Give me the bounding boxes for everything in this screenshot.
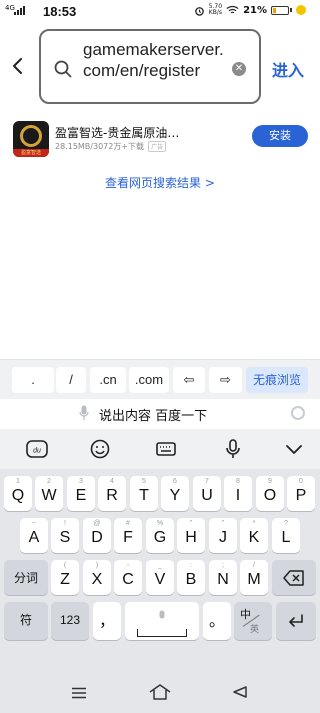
coin-icon bbox=[296, 5, 306, 15]
com-key[interactable]: .com bbox=[129, 367, 169, 393]
app-size-downloads: 28.15MB/3072万+下载 bbox=[55, 142, 145, 151]
key-f[interactable]: # F bbox=[114, 518, 142, 553]
emoji-icon[interactable] bbox=[89, 438, 111, 460]
voice-input-icon[interactable] bbox=[222, 438, 244, 460]
key-m[interactable]: / M bbox=[240, 560, 268, 595]
key-o[interactable]: 9O bbox=[256, 476, 284, 511]
key-c[interactable]: -C bbox=[114, 560, 142, 595]
key-x[interactable]: ) X bbox=[83, 560, 111, 595]
net-speed: 5.70 KB/s bbox=[208, 3, 223, 16]
keyboard-icon[interactable] bbox=[155, 438, 177, 460]
ad-tag: 广告 bbox=[148, 141, 167, 152]
key-e[interactable]: 3E bbox=[67, 476, 95, 511]
search-box[interactable]: gamemakerserver.com/en/register ✕ bbox=[39, 29, 261, 104]
key-d[interactable]: @ D bbox=[83, 518, 111, 553]
baidu-logo-icon[interactable]: du bbox=[26, 438, 48, 460]
app-icon[interactable]: 盈富智选 bbox=[13, 121, 49, 157]
period-key[interactable]: 。 bbox=[203, 602, 231, 640]
key-p[interactable]: 0P bbox=[287, 476, 315, 511]
app-meta: 28.15MB/3072万+下载 广告 bbox=[55, 141, 167, 152]
search-query[interactable]: gamemakerserver.com/en/register bbox=[83, 39, 231, 81]
backspace-key[interactable] bbox=[272, 560, 316, 595]
collapse-keyboard-icon[interactable] bbox=[283, 438, 305, 460]
key-r[interactable]: 4R bbox=[98, 476, 126, 511]
web-search-link[interactable]: 查看网页搜索结果 > bbox=[0, 174, 320, 191]
microphone-icon bbox=[159, 610, 165, 619]
install-button[interactable]: 安装 bbox=[252, 125, 308, 147]
key-q[interactable]: 1Q bbox=[4, 476, 32, 511]
dot-key[interactable]: . bbox=[12, 367, 54, 393]
cursor-right-icon[interactable]: ⇨ bbox=[209, 367, 242, 393]
search-icon bbox=[54, 60, 72, 78]
back-icon[interactable] bbox=[8, 56, 28, 76]
menu-icon[interactable] bbox=[71, 687, 87, 699]
microphone-icon bbox=[79, 405, 89, 420]
svg-text:du: du bbox=[33, 448, 41, 455]
keyboard: 1Q 2W 3E 4R 5T 6Y 7U 8I 9O 0P ~ A ! S @ D #… bbox=[0, 469, 320, 673]
key-k[interactable]: * K bbox=[240, 518, 268, 553]
voice-prompt: 说出内容 百度一下 bbox=[99, 409, 208, 424]
status-bar: 4G 18:53 5.70 KB/s 21% bbox=[0, 0, 320, 24]
signal-icon bbox=[14, 6, 25, 15]
key-a[interactable]: ~ A bbox=[20, 518, 48, 553]
space-bar-icon bbox=[137, 629, 187, 637]
symbol-key[interactable]: 符 bbox=[4, 602, 48, 640]
clear-icon[interactable]: ✕ bbox=[232, 62, 246, 76]
app-title[interactable]: 盈富智选-贵金属原油… bbox=[55, 124, 179, 141]
alarm-icon bbox=[194, 6, 204, 16]
app-icon-caption: 盈富智选 bbox=[13, 149, 49, 157]
key-u[interactable]: 7U bbox=[193, 476, 221, 511]
home-icon[interactable] bbox=[148, 683, 172, 701]
key-b[interactable]: :B bbox=[177, 560, 205, 595]
backspace-icon bbox=[283, 570, 304, 586]
battery-icon bbox=[271, 5, 289, 15]
battery-percent: 21% bbox=[243, 4, 267, 16]
key-z[interactable]: (Z bbox=[51, 560, 79, 595]
key-l[interactable]: ? L bbox=[272, 518, 300, 553]
segment-key[interactable]: 分词 bbox=[4, 560, 48, 595]
navigation-bar bbox=[0, 673, 320, 713]
enter-icon bbox=[289, 614, 303, 627]
key-y[interactable]: 6Y bbox=[161, 476, 189, 511]
key-g[interactable]: % G bbox=[146, 518, 174, 553]
clock: 18:53 bbox=[43, 4, 77, 19]
enter-key[interactable] bbox=[276, 602, 316, 640]
enter-button[interactable]: 进入 bbox=[272, 57, 304, 81]
key-i[interactable]: 8I bbox=[224, 476, 252, 511]
key-n[interactable]: ; N bbox=[209, 560, 237, 595]
gear-icon[interactable] bbox=[291, 406, 305, 420]
key-h[interactable]: " H bbox=[177, 518, 205, 553]
comma-key[interactable]: ， bbox=[93, 602, 121, 640]
key-v[interactable]: _ V bbox=[146, 560, 174, 595]
incognito-button[interactable]: 无痕浏览 bbox=[246, 367, 308, 393]
number-key[interactable]: 123 bbox=[51, 602, 89, 640]
key-j[interactable]: " J bbox=[209, 518, 237, 553]
cursor-left-icon[interactable]: ⇦ bbox=[173, 367, 205, 393]
key-w[interactable]: 2W bbox=[35, 476, 63, 511]
space-key[interactable] bbox=[125, 602, 199, 640]
key-s[interactable]: ! S bbox=[51, 518, 79, 553]
voice-bar[interactable]: 说出内容 百度一下 bbox=[0, 399, 320, 429]
chevron-right-icon: > bbox=[204, 176, 215, 190]
cn-key[interactable]: .cn bbox=[90, 367, 126, 393]
key-t[interactable]: 5T bbox=[130, 476, 158, 511]
quick-input-bar: . / .cn .com ⇦ ⇨ 无痕浏览 bbox=[0, 359, 320, 399]
keyboard-toolbar: du bbox=[0, 429, 320, 469]
slash-key[interactable]: / bbox=[56, 367, 86, 393]
status-icons: 5.70 KB/s 21% bbox=[194, 4, 306, 16]
language-switch-key[interactable]: 中 英 bbox=[234, 602, 272, 640]
wifi-icon bbox=[226, 5, 239, 14]
back-nav-icon[interactable] bbox=[232, 685, 248, 699]
